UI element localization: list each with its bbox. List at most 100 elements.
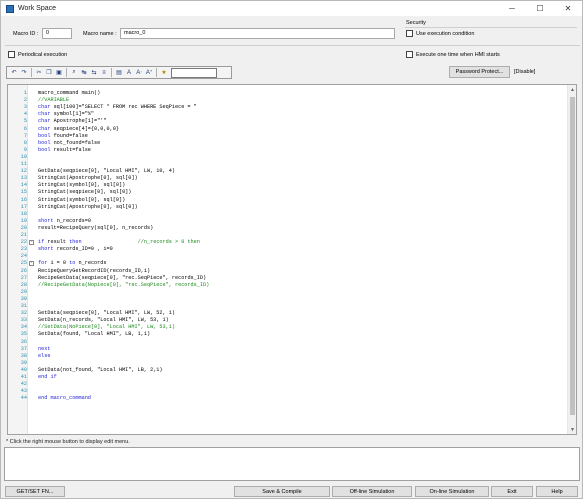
code-line[interactable]: 24: [8, 253, 568, 260]
code-line[interactable]: 29: [8, 289, 568, 296]
code-line[interactable]: 13 StringCat(Apostrophe[0], sql[0]): [8, 175, 568, 182]
code-line[interactable]: 33 SetData(n_records, "Local HMI", LW, 53…: [8, 317, 568, 324]
line-number: 31: [20, 303, 27, 309]
font-increase-alt-icon[interactable]: Aᐩ: [144, 68, 154, 78]
exit-button[interactable]: Exit: [491, 486, 533, 497]
line-number: 8: [23, 139, 27, 146]
code-line[interactable]: 36: [8, 339, 568, 346]
bookmark-icon[interactable]: ★: [159, 68, 169, 78]
code-line[interactable]: 17 StringCat(Apostrophe[0], sql[0]): [8, 204, 568, 211]
code-line[interactable]: 20 result=RecipeQuery(sql[0], n_records): [8, 225, 568, 232]
code-line[interactable]: 16 StringCat(symbol[0], sql[0]): [8, 197, 568, 204]
code-line[interactable]: 18: [8, 211, 568, 218]
code-line[interactable]: 26 RecipeQueryGetRecordID(records_ID,i): [8, 268, 568, 275]
scroll-down-icon[interactable]: ▼: [568, 425, 576, 434]
code-line[interactable]: 3 char sql[100]="SELECT * FROM rec WHERE …: [8, 104, 568, 111]
code-text: StringCat(symbol[0], sql[0]): [38, 196, 126, 203]
find-icon[interactable]: ⌕: [69, 68, 79, 78]
code-line[interactable]: 35 SetData(found, "Local HMI", LB, 1,1): [8, 331, 568, 338]
code-line[interactable]: 10: [8, 154, 568, 161]
online-simulation-button[interactable]: On-line Simulation: [415, 486, 489, 497]
line-number: 27: [20, 274, 27, 281]
code-text: if result then //n_records > 0 then: [38, 239, 200, 246]
code-line[interactable]: 15 StringCat(seqpiece[0], sql[0]): [8, 189, 568, 196]
code-line[interactable]: 11: [8, 161, 568, 168]
save-compile-button[interactable]: Save & Compile: [234, 486, 330, 497]
code-line[interactable]: 22- if result then //n_records > 0 then: [8, 239, 568, 246]
code-line[interactable]: 9 bool result=false: [8, 147, 568, 154]
code-line[interactable]: 5 char Apostrophe[1]="'": [8, 118, 568, 125]
code-line[interactable]: 31: [8, 303, 568, 310]
font-decrease-icon[interactable]: Aᐧ: [134, 68, 144, 78]
line-number: 6: [23, 125, 27, 132]
code-line[interactable]: 42: [8, 381, 568, 388]
code-text: SetData(n_records, "Local HMI", LW, 53, …: [38, 317, 169, 324]
minimize-button[interactable]: ─: [498, 1, 526, 16]
code-line[interactable]: 6 char seqpiece[4]={0,0,0,0}: [8, 126, 568, 133]
line-number: 26: [20, 267, 27, 274]
code-line[interactable]: 28 //RecipeGetData(Nopiece[0], "rec.SeqPi…: [8, 282, 568, 289]
code-line[interactable]: 14 StringCat(symbol[0], sql[0]): [8, 182, 568, 189]
execute-once-checkbox[interactable]: [406, 51, 413, 58]
scrollbar-thumb[interactable]: [570, 97, 575, 415]
code-line[interactable]: 43: [8, 388, 568, 395]
code-line[interactable]: 19 short n_records=0: [8, 218, 568, 225]
window-title: Work Space: [18, 5, 56, 12]
replace-icon[interactable]: ↹: [79, 68, 89, 78]
app-icon: [6, 4, 14, 13]
code-line[interactable]: 32 SetData(seqpiece[0], "Local HMI", LW, …: [8, 310, 568, 317]
code-line[interactable]: 37 next: [8, 346, 568, 353]
code-line[interactable]: 4 char symbol[1]="%": [8, 111, 568, 118]
line-number: 14: [20, 182, 27, 189]
line-number: 25: [20, 260, 27, 267]
line-number: 22: [20, 239, 27, 246]
code-line[interactable]: 8 bool not_found=false: [8, 140, 568, 147]
code-line[interactable]: 40 SetData(not_found, "Local HMI", LB, 2,…: [8, 367, 568, 374]
font-increase-icon[interactable]: A: [124, 68, 134, 78]
fold-toggle-icon[interactable]: -: [29, 261, 34, 267]
code-line[interactable]: 39: [8, 360, 568, 367]
help-button[interactable]: Help: [536, 486, 578, 497]
copy-icon[interactable]: ❐: [44, 68, 54, 78]
toolbar-search-input[interactable]: [171, 67, 217, 78]
cut-icon[interactable]: ✂: [34, 68, 44, 78]
macro-id-field[interactable]: 0: [42, 28, 72, 39]
code-line[interactable]: 44 end macro_command: [8, 395, 568, 402]
code-text: next: [38, 345, 51, 352]
password-protect-button[interactable]: Password Protect...: [449, 66, 510, 78]
scroll-up-icon[interactable]: ▲: [568, 85, 576, 94]
periodical-label: Periodical execution: [18, 52, 68, 58]
code-text: SetData(seqpiece[0], "Local HMI", LW, 52…: [38, 310, 175, 317]
line-number: 11: [20, 161, 27, 167]
macro-name-field[interactable]: macro_0: [120, 28, 395, 39]
code-line[interactable]: 38 else: [8, 353, 568, 360]
code-editor[interactable]: 1 macro_command main() 2 //VARIABLE 3 char sq…: [7, 84, 577, 435]
undo-icon[interactable]: ↶: [9, 68, 19, 78]
line-number: 37: [20, 345, 27, 352]
code-line[interactable]: 2 //VARIABLE: [8, 97, 568, 104]
code-line[interactable]: 27 RecipeGetData(seqpiece[0], "rec.SeqPie…: [8, 275, 568, 282]
code-line[interactable]: 34 //SetData(NoPiece[0], "Local HMI", LW,…: [8, 324, 568, 331]
code-line[interactable]: 7 bool found=false: [8, 133, 568, 140]
code-line[interactable]: 25- for i = 0 to n_records: [8, 260, 568, 267]
use-exec-condition-checkbox[interactable]: [406, 30, 413, 37]
maximize-button[interactable]: ☐: [526, 1, 554, 16]
offline-simulation-button[interactable]: Off-line Simulation: [332, 486, 412, 497]
code-line[interactable]: 30: [8, 296, 568, 303]
redo-icon[interactable]: ↷: [19, 68, 29, 78]
paste-icon[interactable]: ▣: [54, 68, 64, 78]
periodical-checkbox[interactable]: [8, 51, 15, 58]
vertical-scrollbar[interactable]: ▲ ▼: [567, 85, 576, 434]
code-line[interactable]: 12 GetData(seqpiece[0], "Local HMI", LW, …: [8, 168, 568, 175]
close-button[interactable]: ✕: [554, 1, 582, 16]
replace-all-icon[interactable]: ⇆: [89, 68, 99, 78]
code-line[interactable]: 21: [8, 232, 568, 239]
fold-toggle-icon[interactable]: -: [29, 240, 34, 246]
get-set-fn-button[interactable]: GET/SET FN...: [5, 486, 65, 497]
line-number: 32: [20, 310, 27, 317]
code-line[interactable]: 23 short records_ID=0 , i=0: [8, 246, 568, 253]
comment-icon[interactable]: ≡: [99, 68, 109, 78]
uncomment-icon[interactable]: ▤: [114, 68, 124, 78]
code-line[interactable]: 41 end if: [8, 374, 568, 381]
code-line[interactable]: 1 macro_command main(): [8, 90, 568, 97]
